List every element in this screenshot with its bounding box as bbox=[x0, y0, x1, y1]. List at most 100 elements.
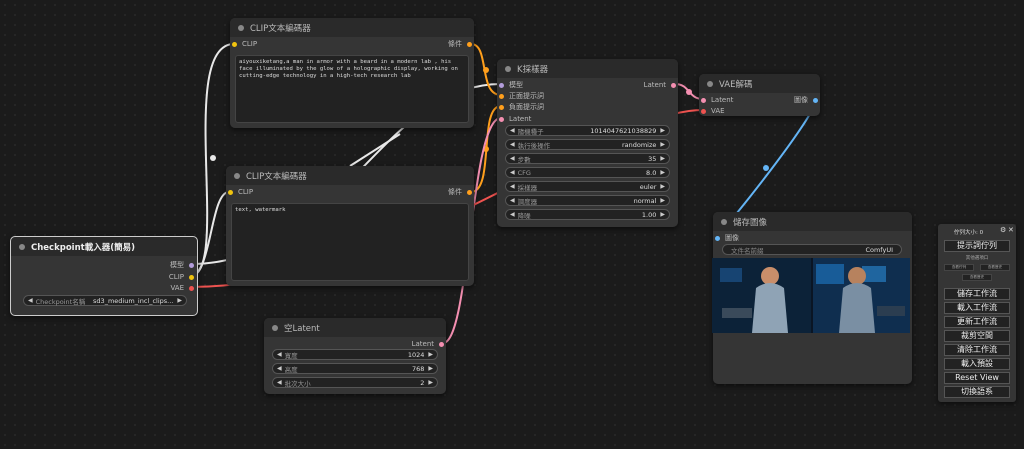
clip-input-slot[interactable]: CLIP bbox=[228, 187, 253, 197]
view-history-button[interactable]: 查看歷史 bbox=[980, 264, 1010, 271]
filename-prefix-input[interactable]: 文件名前綴 ComfyUI bbox=[722, 244, 902, 255]
arrow-left-icon[interactable]: ◀ bbox=[510, 197, 515, 204]
arrow-right-icon[interactable]: ▶ bbox=[660, 183, 665, 190]
latent-input-slot[interactable]: Latent bbox=[701, 95, 733, 105]
empty-latent-node[interactable]: 空Latent Latent ◀ 寬度 1024 ▶ ◀ 高度 768 ▶ ◀ 批次大小 2 ▶ bbox=[264, 318, 446, 394]
arrow-right-icon[interactable]: ▶ bbox=[660, 141, 665, 148]
prompt-textarea[interactable]: aiyouxiketang,a man in armor with a bear… bbox=[235, 55, 469, 123]
arrow-right-icon[interactable]: ▶ bbox=[177, 297, 182, 304]
conditioning-output-slot[interactable]: 條件 bbox=[448, 39, 472, 49]
collapse-dot-icon[interactable] bbox=[19, 243, 25, 250]
node-title[interactable]: CLIP文本編碼器 bbox=[230, 18, 474, 37]
latent-output-slot[interactable]: Latent bbox=[644, 80, 676, 90]
gear-icon[interactable]: ⚙ bbox=[1000, 226, 1006, 234]
arrow-left-icon[interactable]: ◀ bbox=[510, 169, 515, 176]
arrow-right-icon[interactable]: ▶ bbox=[660, 155, 665, 162]
ksampler-node[interactable]: K採樣器 模型 正面提示詞 負面提示詞 Latent Latent ◀ 隨機種子 1… bbox=[497, 59, 678, 227]
switch-language-button[interactable]: 切換語系 bbox=[944, 386, 1010, 398]
vae-decode-node[interactable]: VAE解碼 Latent VAE 圖像 bbox=[699, 74, 820, 116]
height-widget[interactable]: ◀ 高度 768 ▶ bbox=[272, 363, 438, 374]
arrow-left-icon[interactable]: ◀ bbox=[510, 211, 515, 218]
arrow-left-icon[interactable]: ◀ bbox=[510, 183, 515, 190]
latent-socket-icon[interactable] bbox=[671, 82, 676, 88]
image-output-slot[interactable]: 圖像 bbox=[794, 95, 818, 105]
scheduler-widget[interactable]: ◀ 調度器 normal ▶ bbox=[505, 195, 670, 206]
model-output-slot[interactable]: 模型 bbox=[170, 260, 194, 270]
collapse-dot-icon[interactable] bbox=[238, 24, 244, 31]
conditioning-socket-icon[interactable] bbox=[499, 93, 504, 99]
collapse-dot-icon[interactable] bbox=[234, 172, 240, 179]
conditioning-socket-icon[interactable] bbox=[499, 104, 504, 110]
view-queue-button[interactable]: 查看佇列 bbox=[944, 264, 974, 271]
arrow-left-icon[interactable]: ◀ bbox=[28, 297, 33, 304]
cfg-widget[interactable]: ◀ CFG 8.0 ▶ bbox=[505, 167, 670, 178]
clip-output-slot[interactable]: CLIP bbox=[169, 272, 194, 282]
model-socket-icon[interactable] bbox=[189, 262, 194, 268]
image-input-slot[interactable]: 圖像 bbox=[715, 233, 739, 243]
node-title[interactable]: VAE解碼 bbox=[699, 74, 820, 93]
model-socket-icon[interactable] bbox=[499, 82, 504, 88]
history-button[interactable]: 查看歷史 bbox=[962, 274, 992, 281]
conditioning-socket-icon[interactable] bbox=[467, 189, 472, 195]
load-default-button[interactable]: 載入預設 bbox=[944, 358, 1010, 370]
arrow-left-icon[interactable]: ◀ bbox=[510, 155, 515, 162]
collapse-dot-icon[interactable] bbox=[707, 80, 713, 87]
clip-socket-icon[interactable] bbox=[189, 274, 194, 280]
collapse-dot-icon[interactable] bbox=[721, 218, 727, 225]
save-workflow-button[interactable]: 儲存工作流 bbox=[944, 288, 1010, 300]
negative-input-slot[interactable]: 負面提示詞 bbox=[499, 102, 544, 112]
latent-socket-icon[interactable] bbox=[701, 97, 706, 103]
image-socket-icon[interactable] bbox=[715, 235, 720, 241]
vae-socket-icon[interactable] bbox=[701, 108, 706, 114]
latent-socket-icon[interactable] bbox=[439, 341, 444, 347]
denoise-widget[interactable]: ◀ 降噪 1.00 ▶ bbox=[505, 209, 670, 220]
prompt-textarea[interactable]: text, watermark bbox=[231, 203, 469, 281]
vae-output-slot[interactable]: VAE bbox=[170, 283, 194, 293]
latent-output-slot[interactable]: Latent bbox=[412, 339, 444, 349]
clipspace-button[interactable]: 裁剪空間 bbox=[944, 330, 1010, 342]
checkpoint-loader-node[interactable]: Checkpoint載入器(簡易) 模型 CLIP VAE ◀ Checkpoi… bbox=[10, 236, 198, 316]
latent-input-slot[interactable]: Latent bbox=[499, 114, 531, 124]
checkpoint-name-combo[interactable]: ◀ Checkpoint名稱 sd3_medium_incl_clips... … bbox=[23, 295, 187, 306]
arrow-right-icon[interactable]: ▶ bbox=[428, 351, 433, 358]
arrow-left-icon[interactable]: ◀ bbox=[510, 127, 515, 134]
model-input-slot[interactable]: 模型 bbox=[499, 80, 523, 90]
collapse-dot-icon[interactable] bbox=[505, 65, 511, 72]
close-icon[interactable]: ✕ bbox=[1008, 226, 1014, 234]
node-title[interactable]: 儲存圖像 bbox=[713, 212, 912, 231]
extra-options-toggle[interactable]: 其他選項口 bbox=[938, 255, 1016, 261]
node-title[interactable]: 空Latent bbox=[264, 318, 446, 337]
load-workflow-button[interactable]: 載入工作流 bbox=[944, 302, 1010, 314]
conditioning-socket-icon[interactable] bbox=[467, 41, 472, 47]
clear-workflow-button[interactable]: 清除工作流 bbox=[944, 344, 1010, 356]
clip-input-slot[interactable]: CLIP bbox=[232, 39, 257, 49]
reset-view-button[interactable]: Reset View bbox=[944, 372, 1010, 384]
arrow-right-icon[interactable]: ▶ bbox=[428, 365, 433, 372]
positive-input-slot[interactable]: 正面提示詞 bbox=[499, 91, 544, 101]
latent-socket-icon[interactable] bbox=[499, 116, 504, 122]
clip-socket-icon[interactable] bbox=[228, 189, 233, 195]
arrow-right-icon[interactable]: ▶ bbox=[660, 127, 665, 134]
arrow-left-icon[interactable]: ◀ bbox=[277, 379, 282, 386]
arrow-right-icon[interactable]: ▶ bbox=[428, 379, 433, 386]
arrow-right-icon[interactable]: ▶ bbox=[660, 169, 665, 176]
collapse-dot-icon[interactable] bbox=[272, 324, 278, 331]
width-widget[interactable]: ◀ 寬度 1024 ▶ bbox=[272, 349, 438, 360]
arrow-left-icon[interactable]: ◀ bbox=[510, 141, 515, 148]
seed-widget[interactable]: ◀ 隨機種子 1014047621038829 ▶ bbox=[505, 125, 670, 136]
image-socket-icon[interactable] bbox=[813, 97, 818, 103]
node-title[interactable]: K採樣器 bbox=[497, 59, 678, 78]
arrow-right-icon[interactable]: ▶ bbox=[660, 197, 665, 204]
vae-socket-icon[interactable] bbox=[189, 285, 194, 291]
node-title[interactable]: Checkpoint載入器(簡易) bbox=[11, 237, 197, 256]
clip-socket-icon[interactable] bbox=[232, 41, 237, 47]
conditioning-output-slot[interactable]: 條件 bbox=[448, 187, 472, 197]
arrow-right-icon[interactable]: ▶ bbox=[660, 211, 665, 218]
queue-prompt-button[interactable]: 提示詞佇列 bbox=[944, 240, 1010, 252]
steps-widget[interactable]: ◀ 步數 35 ▶ bbox=[505, 153, 670, 164]
arrow-left-icon[interactable]: ◀ bbox=[277, 351, 282, 358]
clip-text-encode-node-2[interactable]: CLIP文本編碼器 CLIP 條件 text, watermark bbox=[226, 166, 474, 286]
arrow-left-icon[interactable]: ◀ bbox=[277, 365, 282, 372]
image-preview[interactable] bbox=[712, 258, 910, 333]
clip-text-encode-node-1[interactable]: CLIP文本編碼器 CLIP 條件 aiyouxiketang,a man in… bbox=[230, 18, 474, 128]
